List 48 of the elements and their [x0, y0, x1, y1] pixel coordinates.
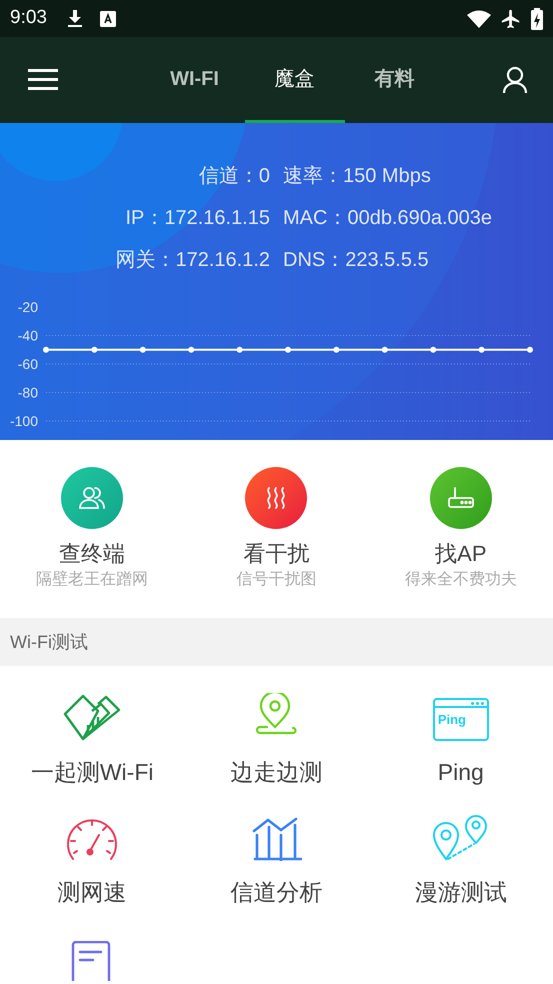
status-time: 9:03: [10, 6, 47, 30]
data-point: [333, 346, 340, 353]
data-point: [43, 346, 49, 353]
section-title: Wi-Fi测试: [10, 630, 88, 654]
info-text: MAC：00db.690a.003e: [283, 206, 492, 231]
info-text: 网关：172.16.1.2: [115, 248, 270, 273]
info-text: DNS：223.5.5.5: [283, 248, 429, 273]
action-subtitle: 得来全不费功夫: [404, 570, 517, 590]
ping-window-icon: Ping: [432, 698, 489, 741]
speedometer-icon: [66, 817, 118, 861]
tool-label[interactable]: Ping: [438, 757, 484, 787]
data-point: [430, 346, 436, 353]
tool-label[interactable]: 测网速: [58, 877, 127, 907]
action-title[interactable]: 找AP: [435, 539, 486, 569]
tool-label[interactable]: 边走边测: [230, 757, 322, 787]
action-title[interactable]: 看干扰: [243, 539, 310, 569]
data-point: [188, 346, 194, 353]
airplane-icon: [500, 8, 522, 30]
axis-label: -100: [10, 413, 38, 429]
info-text: 速率：150 Mbps: [283, 164, 431, 189]
data-point: [382, 346, 388, 353]
two-pins-icon: [432, 813, 490, 861]
header-tab[interactable]: WI-FI: [144, 37, 244, 123]
action-title[interactable]: 查终端: [59, 539, 126, 569]
data-point: [236, 346, 243, 353]
data-point: [285, 346, 291, 353]
keyboard-icon: [100, 10, 116, 26]
wifi-icon: [467, 10, 491, 28]
download-icon: [66, 10, 83, 28]
menu-icon: [28, 69, 58, 91]
axis-label: -40: [18, 328, 38, 344]
battery-icon: [531, 8, 543, 30]
data-point: [140, 346, 146, 353]
info-text: IP：172.16.1.15: [125, 206, 270, 231]
axis-label: -60: [18, 356, 38, 372]
action-subtitle: 隔壁老王在蹭网: [36, 570, 148, 590]
tool-label[interactable]: 信道分析: [230, 877, 322, 907]
tool-label[interactable]: 漫游测试: [414, 877, 507, 907]
tool-label[interactable]: 一起测Wi-Fi: [30, 757, 154, 787]
header-tab[interactable]: 有料: [344, 37, 444, 123]
data-point: [527, 346, 533, 353]
data-point: [478, 346, 485, 353]
data-point: [91, 346, 98, 353]
axis-label: -20: [18, 299, 38, 315]
info-text: 信道：0: [198, 164, 270, 189]
action-subtitle: 信号干扰图: [236, 570, 316, 590]
account-icon: [503, 66, 527, 94]
axis-label: -80: [18, 384, 38, 400]
